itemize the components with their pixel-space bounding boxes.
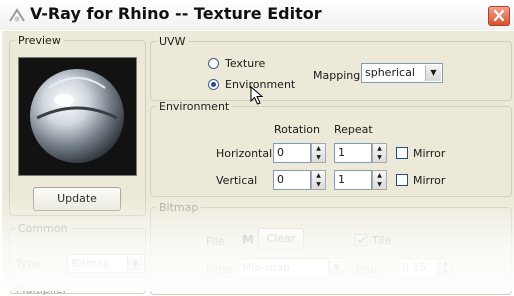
- window-title: V-Ray for Rhino -- Texture Editor: [30, 4, 322, 23]
- vertical-rotation-input[interactable]: 0: [273, 170, 311, 190]
- vertical-repeat-value: 1: [338, 173, 345, 186]
- bitmap-group: Bitmap: [150, 201, 512, 295]
- tile-label: Tile: [372, 234, 392, 247]
- checkmark-icon: [357, 236, 366, 244]
- horizontal-mirror-label: Mirror: [413, 147, 446, 160]
- vertical-rotation-spinner[interactable]: ▲ ▼: [311, 170, 326, 190]
- chrome-sphere-icon: [19, 58, 136, 175]
- type-label: Type: [16, 257, 42, 270]
- blur-label: Blur: [356, 263, 379, 276]
- vertical-mirror-label: Mirror: [413, 174, 446, 187]
- environment-legend: Environment: [159, 100, 230, 113]
- close-icon: [493, 9, 505, 22]
- chevron-down-icon: ▼: [425, 65, 441, 81]
- filter-value: Mip-map: [242, 261, 290, 274]
- common-legend: Common: [18, 222, 68, 235]
- vertical-mirror-checkbox[interactable]: [396, 174, 408, 186]
- close-button[interactable]: [488, 6, 510, 26]
- repeat-column-header: Repeat: [334, 123, 373, 136]
- horizontal-repeat-spinner[interactable]: ▲ ▼: [372, 143, 387, 163]
- horizontal-label: Horizontal: [216, 147, 273, 160]
- tile-checkbox[interactable]: [355, 234, 367, 246]
- blur-spinner[interactable]: ▲ ▼: [438, 258, 453, 277]
- clear-button-label: Clear: [266, 232, 296, 245]
- type-value: Bitmap: [71, 257, 111, 270]
- chevron-down-icon: ▼: [127, 256, 143, 271]
- vertical-repeat-input[interactable]: 1: [334, 170, 372, 190]
- update-button-label: Update: [57, 192, 97, 205]
- vray-app-icon: [9, 8, 25, 22]
- horizontal-rotation-input[interactable]: 0: [273, 143, 311, 163]
- rotation-column-header: Rotation: [274, 123, 321, 136]
- blur-value: 0.15: [402, 261, 427, 274]
- radio-environment[interactable]: [208, 79, 219, 90]
- vertical-rotation-value: 0: [277, 173, 284, 186]
- mapping-label: Mapping: [313, 69, 361, 82]
- texture-preview-image: [18, 57, 137, 176]
- horizontal-repeat-input[interactable]: 1: [334, 143, 372, 163]
- radio-texture[interactable]: [208, 58, 219, 69]
- multiplier-label: Multiplier: [16, 283, 68, 296]
- horizontal-mirror-checkbox[interactable]: [396, 147, 408, 159]
- filter-label: Filter: [206, 263, 234, 276]
- chevron-down-icon: ▼: [328, 260, 344, 275]
- type-select[interactable]: Bitmap ▼: [67, 254, 145, 273]
- m-button[interactable]: M: [242, 233, 254, 247]
- file-label: File: [206, 235, 225, 248]
- uvw-group: UVW: [150, 35, 512, 101]
- radio-texture-label: Texture: [225, 57, 266, 70]
- horizontal-rotation-value: 0: [277, 146, 284, 159]
- uvw-legend: UVW: [159, 35, 186, 48]
- blur-input[interactable]: 0.15: [398, 258, 438, 277]
- horizontal-repeat-value: 1: [338, 146, 345, 159]
- environment-group: Environment: [150, 100, 512, 197]
- mapping-select[interactable]: spherical ▼: [361, 63, 443, 83]
- title-bar: V-Ray for Rhino -- Texture Editor: [0, 0, 514, 30]
- vertical-repeat-spinner[interactable]: ▲ ▼: [372, 170, 387, 190]
- bitmap-legend: Bitmap: [159, 201, 199, 214]
- preview-legend: Preview: [18, 34, 61, 47]
- vertical-label: Vertical: [216, 174, 258, 187]
- update-button[interactable]: Update: [33, 187, 121, 211]
- clear-button[interactable]: Clear: [258, 228, 304, 250]
- filter-select[interactable]: Mip-map ▼: [238, 258, 346, 277]
- mapping-value: spherical: [365, 66, 415, 79]
- horizontal-rotation-spinner[interactable]: ▲ ▼: [311, 143, 326, 163]
